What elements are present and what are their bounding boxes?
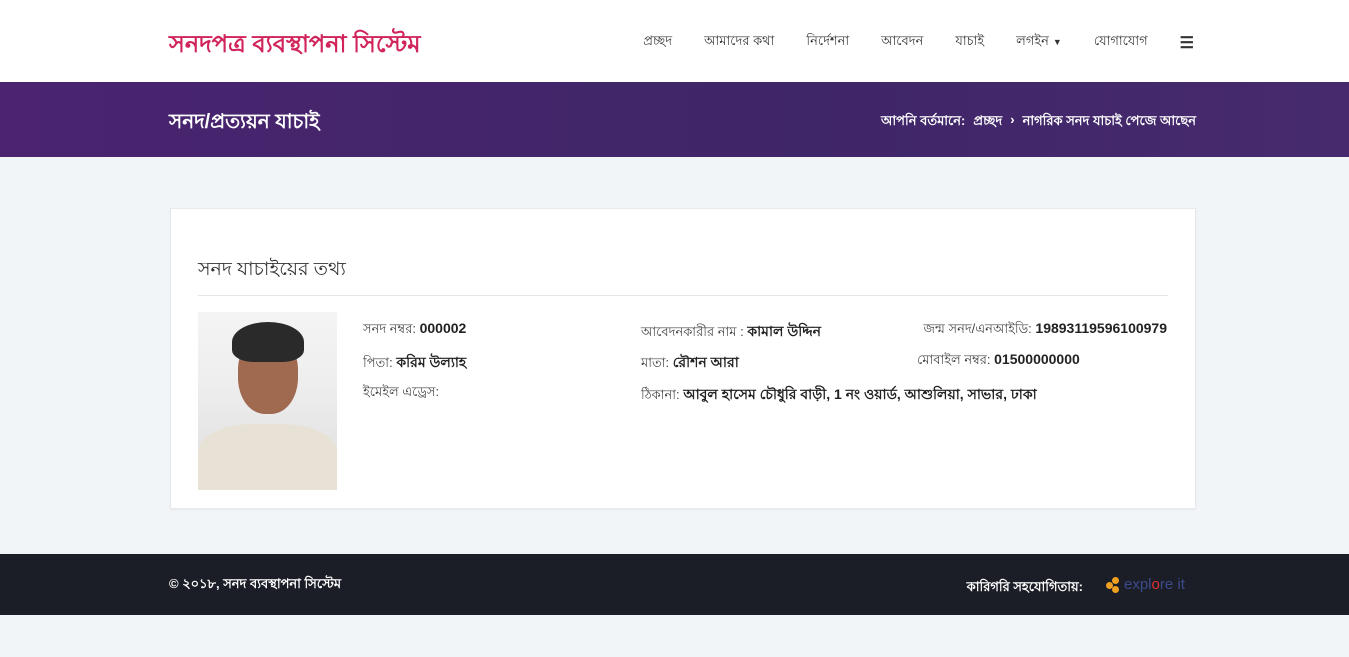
label: মোবাইল নম্বর: bbox=[917, 352, 991, 367]
applicant-photo bbox=[198, 312, 337, 490]
explore-it-logo[interactable]: explore it bbox=[1106, 576, 1185, 593]
label: পিতা: bbox=[363, 355, 393, 370]
field-mobile: মোবাইল নম্বর: 01500000000 bbox=[917, 351, 1080, 372]
nav-instructions[interactable]: নির্দেশনা bbox=[806, 32, 849, 53]
value: রৌশন আরা bbox=[672, 354, 739, 370]
menu-icon[interactable]: ☰ bbox=[1180, 33, 1194, 53]
breadcrumb: আপনি বর্তমানে: প্রচ্ছদ › নাগরিক সনদ যাচা… bbox=[881, 112, 1196, 133]
credit-label: কারিগরি সহযোগিতায়: bbox=[966, 579, 1083, 594]
value: 01500000000 bbox=[994, 351, 1080, 367]
page-title: সনদ/প্রত্যয়ন যাচাই bbox=[169, 111, 320, 133]
brand-text-o: o bbox=[1151, 576, 1160, 593]
nav-verify[interactable]: যাচাই bbox=[955, 32, 984, 53]
divider bbox=[198, 295, 1168, 296]
chevron-right-icon: › bbox=[1010, 112, 1015, 127]
caret-down-icon: ▼ bbox=[1052, 37, 1062, 47]
label: সনদ নম্বর: bbox=[363, 321, 416, 336]
field-mother: মাতা: রৌশন আরা bbox=[641, 351, 739, 375]
brand-text: expl bbox=[1124, 576, 1152, 593]
field-cert-no: সনদ নম্বর: 000002 bbox=[363, 320, 466, 341]
breadcrumb-prefix: আপনি বর্তমানে: bbox=[881, 113, 966, 128]
label: ইমেইল এড্রেস: bbox=[363, 384, 440, 399]
value: কামাল উদ্দিন bbox=[747, 323, 821, 339]
field-applicant: আবেদনকারীর নাম : কামাল উদ্দিন bbox=[641, 320, 821, 344]
site-footer: © ২০১৮, সনদ ব্যবস্থাপনা সিস্টেম কারিগরি … bbox=[0, 554, 1349, 615]
main-nav: প্রচ্ছদ আমাদের কথা নির্দেশনা আবেদন যাচাই… bbox=[643, 32, 1194, 53]
card-title: সনদ যাচাইয়ের তথ্য bbox=[198, 259, 346, 280]
nav-about[interactable]: আমাদের কথা bbox=[704, 32, 774, 53]
value: করিম উল্যাহ bbox=[396, 354, 467, 370]
page-banner: সনদ/প্রত্যয়ন যাচাই আপনি বর্তমানে: প্রচ্… bbox=[0, 82, 1349, 157]
site-header: সনদপত্র ব্যবস্থাপনা সিস্টেম প্রচ্ছদ আমাদ… bbox=[0, 0, 1349, 82]
value: 000002 bbox=[419, 320, 467, 336]
label: জন্ম সনদ/এনআইডি: bbox=[923, 321, 1032, 336]
field-father: পিতা: করিম উল্যাহ bbox=[363, 351, 466, 375]
brand-text-end: re it bbox=[1159, 576, 1185, 593]
value: 19893119596100979 bbox=[1035, 320, 1167, 336]
logo-dots-icon bbox=[1106, 576, 1122, 593]
nav-login-label: লগইন bbox=[1016, 33, 1049, 48]
label: আবেদনকারীর নাম : bbox=[641, 324, 744, 339]
copyright: © ২০১৮, সনদ ব্যবস্থাপনা সিস্টেম bbox=[169, 576, 342, 591]
label: ঠিকানা: bbox=[641, 387, 680, 402]
field-nid: জন্ম সনদ/এনআইডি: 19893119596100979 bbox=[923, 320, 1167, 341]
nav-apply[interactable]: আবেদন bbox=[881, 32, 923, 53]
breadcrumb-current: নাগরিক সনদ যাচাই পেজে আছেন bbox=[1022, 113, 1196, 128]
site-logo[interactable]: সনদপত্র ব্যবস্থাপনা সিস্টেম bbox=[169, 26, 421, 66]
value: আবুল হাসেম চৌধুরি বাড়ী, 1 নং ওয়ার্ড, আ… bbox=[683, 386, 1037, 402]
verification-card: সনদ যাচাইয়ের তথ্য সনদ নম্বর: 000002 আবে… bbox=[170, 208, 1196, 509]
nav-contact[interactable]: যোগাযোগ bbox=[1094, 32, 1148, 53]
field-email: ইমেইল এড্রেস: bbox=[363, 383, 439, 404]
nav-login[interactable]: লগইন ▼ bbox=[1016, 32, 1062, 53]
field-address: ঠিকানা: আবুল হাসেম চৌধুরি বাড়ী, 1 নং ওয… bbox=[641, 383, 1037, 407]
breadcrumb-home[interactable]: প্রচ্ছদ bbox=[973, 112, 1002, 133]
label: মাতা: bbox=[641, 355, 670, 370]
nav-home[interactable]: প্রচ্ছদ bbox=[643, 32, 672, 53]
